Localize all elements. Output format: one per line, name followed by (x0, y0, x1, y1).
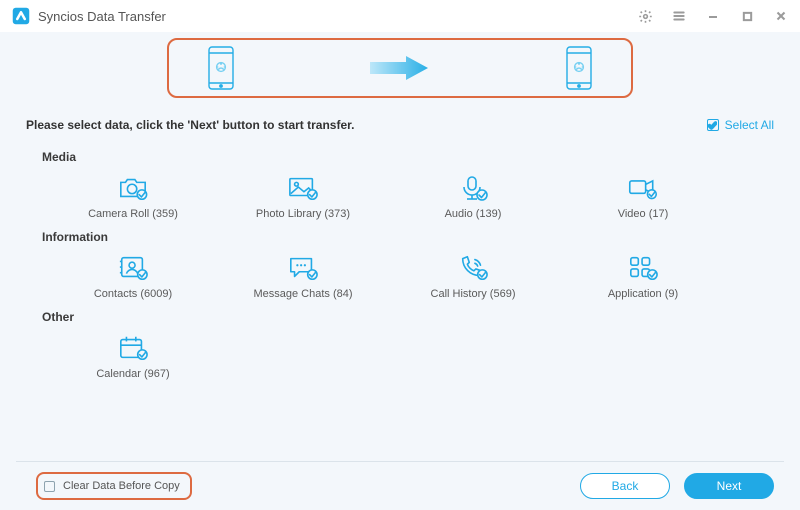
content-area: Media Camera Roll (359) Photo Library (3… (0, 150, 800, 380)
target-phone-icon[interactable] (559, 44, 599, 92)
tile-label: Camera Roll (359) (88, 208, 178, 220)
clear-data-toggle[interactable]: Clear Data Before Copy (36, 472, 192, 500)
select-all-toggle[interactable]: Select All (707, 118, 774, 132)
tile-label: Video (17) (618, 208, 669, 220)
source-phone-icon[interactable] (201, 44, 241, 92)
tile-video[interactable]: Video (17) (558, 174, 728, 220)
tile-application[interactable]: Application (9) (558, 254, 728, 300)
section-title-media: Media (42, 150, 774, 164)
minimize-icon[interactable] (702, 5, 724, 27)
tile-contacts[interactable]: Contacts (6009) (48, 254, 218, 300)
titlebar-controls (634, 5, 798, 27)
tile-label: Photo Library (373) (256, 208, 350, 220)
message-icon (288, 254, 318, 282)
select-all-checkbox-icon (707, 119, 719, 131)
tile-label: Call History (569) (431, 288, 516, 300)
call-history-icon (458, 254, 488, 282)
video-icon (628, 174, 658, 202)
next-button-label: Next (717, 479, 742, 493)
app-logo-icon (12, 7, 30, 25)
next-button[interactable]: Next (684, 473, 774, 499)
close-icon[interactable] (770, 5, 792, 27)
tile-label: Message Chats (84) (253, 288, 352, 300)
footer: Clear Data Before Copy Back Next (0, 462, 800, 510)
audio-icon (458, 174, 488, 202)
media-grid: Camera Roll (359) Photo Library (373) (48, 174, 752, 220)
tile-label: Calendar (967) (96, 368, 169, 380)
settings-gear-icon[interactable] (634, 5, 656, 27)
transfer-banner (167, 38, 633, 98)
information-grid: Contacts (6009) Message Chats (84) Cal (48, 254, 752, 300)
tile-audio[interactable]: Audio (139) (388, 174, 558, 220)
back-button[interactable]: Back (580, 473, 670, 499)
clear-data-checkbox-icon (44, 481, 55, 492)
other-grid: Calendar (967) (48, 334, 752, 380)
app-title: Syncios Data Transfer (38, 9, 166, 24)
tile-call-history[interactable]: Call History (569) (388, 254, 558, 300)
transfer-arrow-icon (241, 54, 559, 82)
titlebar: Syncios Data Transfer (0, 0, 800, 32)
calendar-icon (118, 334, 148, 362)
instruction-text: Please select data, click the 'Next' but… (26, 118, 354, 132)
menu-icon[interactable] (668, 5, 690, 27)
tile-label: Contacts (6009) (94, 288, 172, 300)
camera-roll-icon (118, 174, 148, 202)
tile-label: Audio (139) (445, 208, 502, 220)
contacts-icon (118, 254, 148, 282)
clear-data-label: Clear Data Before Copy (63, 480, 180, 492)
tile-calendar[interactable]: Calendar (967) (48, 334, 218, 380)
tile-camera-roll[interactable]: Camera Roll (359) (48, 174, 218, 220)
application-icon (628, 254, 658, 282)
section-title-information: Information (42, 230, 774, 244)
tile-photo-library[interactable]: Photo Library (373) (218, 174, 388, 220)
select-all-label: Select All (725, 118, 774, 132)
maximize-icon[interactable] (736, 5, 758, 27)
tile-label: Application (9) (608, 288, 678, 300)
photo-library-icon (288, 174, 318, 202)
section-title-other: Other (42, 310, 774, 324)
tile-message-chats[interactable]: Message Chats (84) (218, 254, 388, 300)
back-button-label: Back (612, 479, 639, 493)
